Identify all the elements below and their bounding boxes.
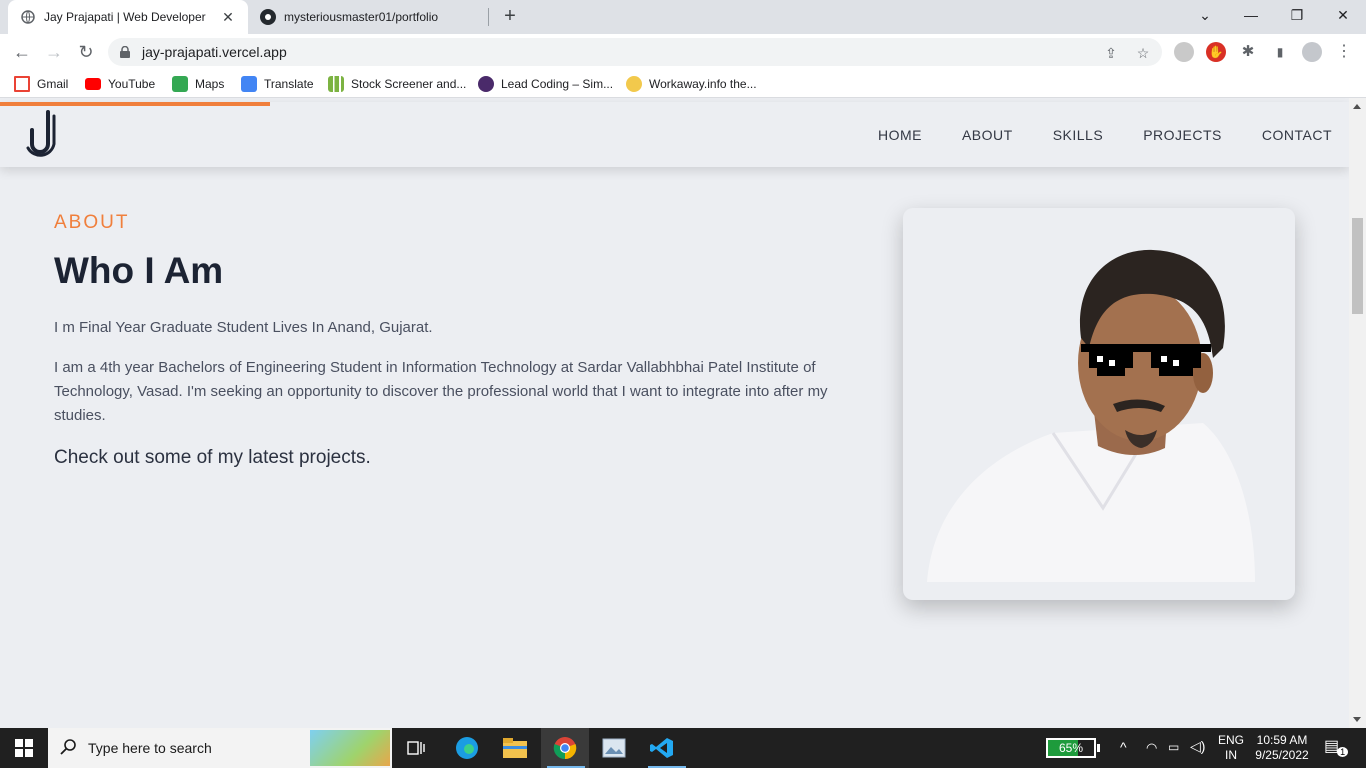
notification-count: 1: [1337, 747, 1349, 757]
tab-jay-prajapati[interactable]: Jay Prajapati | Web Developer ✕: [8, 0, 248, 34]
region-code: IN: [1225, 748, 1237, 762]
windows-start-icon[interactable]: [0, 728, 48, 768]
minimize-button[interactable]: —: [1228, 0, 1274, 30]
forward-button[interactable]: →: [42, 40, 66, 64]
extensions-puzzle-icon[interactable]: ✱: [1238, 42, 1258, 62]
bookmark-label: Gmail: [37, 77, 69, 91]
chrome-taskbar-icon[interactable]: [541, 728, 589, 768]
battery-indicator[interactable]: 65%: [1046, 738, 1100, 758]
nav-skills[interactable]: SKILLS: [1053, 127, 1103, 143]
profile-photo-card: [903, 208, 1295, 600]
close-tab-icon[interactable]: ✕: [220, 9, 236, 26]
scrollbar-thumb[interactable]: [1352, 218, 1363, 314]
address-bar[interactable]: jay-prajapati.vercel.app ⇪ ☆: [108, 38, 1162, 66]
bookmark-gmail[interactable]: Gmail: [14, 75, 68, 93]
edge-browser-icon[interactable]: [447, 728, 487, 768]
site-logo-icon[interactable]: [26, 108, 62, 160]
profile-avatar-icon[interactable]: [1302, 42, 1322, 62]
translate-icon: [241, 76, 257, 92]
wifi-icon[interactable]: ◠: [1146, 740, 1157, 755]
tab-search-button[interactable]: ⌄: [1182, 0, 1228, 30]
workaway-icon: [626, 76, 642, 92]
back-button[interactable]: ←: [10, 40, 34, 64]
windows-taskbar: Type here to search 65% ^ ◠ ▭ ◁) ENG IN …: [0, 728, 1366, 768]
bookmark-stock-screener[interactable]: Stock Screener and...: [328, 75, 466, 93]
section-label: ABOUT: [54, 212, 130, 233]
menu-kebab-icon[interactable]: ⋮: [1334, 42, 1354, 62]
clock[interactable]: 10:59 AM 9/25/2022: [1250, 733, 1314, 763]
clock-time: 10:59 AM: [1256, 733, 1308, 747]
bookmark-lead-coding[interactable]: Lead Coding – Sim...: [478, 75, 613, 93]
lock-icon: [120, 45, 130, 58]
share-icon[interactable]: ⇪: [1102, 44, 1120, 62]
close-window-button[interactable]: ✕: [1320, 0, 1366, 30]
restore-button[interactable]: ❐: [1274, 0, 1320, 30]
task-view-icon[interactable]: [398, 728, 434, 768]
page-scrollbar[interactable]: [1349, 98, 1366, 728]
browser-tab-strip: Jay Prajapati | Web Developer ✕ mysterio…: [0, 0, 1366, 34]
bookmark-youtube[interactable]: YouTube: [85, 75, 155, 93]
url-text: jay-prajapati.vercel.app: [142, 44, 287, 60]
bookmark-label: Translate: [264, 77, 314, 91]
bookmark-workaway[interactable]: Workaway.info the...: [626, 75, 757, 93]
bookmark-maps[interactable]: Maps: [172, 75, 224, 93]
search-icon: [60, 738, 78, 761]
reload-button[interactable]: ↻: [74, 40, 98, 64]
scroll-down-icon[interactable]: [1353, 717, 1361, 722]
nav-about[interactable]: ABOUT: [962, 127, 1013, 143]
vscode-icon[interactable]: [642, 728, 686, 768]
language-code: ENG: [1217, 733, 1244, 747]
maps-icon: [172, 76, 188, 92]
site-navbar: HOME ABOUT SKILLS PROJECTS CONTACT: [0, 102, 1349, 167]
bookmark-label: YouTube: [108, 77, 156, 91]
battery-nub: [1097, 744, 1100, 752]
scroll-progress-bar: [0, 102, 270, 106]
site-nav-menu: HOME ABOUT SKILLS PROJECTS CONTACT: [878, 102, 1332, 167]
tab-github-portfolio[interactable]: mysteriousmaster01/portfolio: [248, 0, 488, 34]
scroll-up-icon[interactable]: [1353, 104, 1361, 109]
search-highlight-image: [310, 730, 390, 766]
file-explorer-icon[interactable]: [495, 728, 535, 768]
side-panel-icon[interactable]: ▮: [1270, 42, 1290, 62]
nav-projects[interactable]: PROJECTS: [1143, 127, 1222, 143]
battery-percent: 65%: [1058, 741, 1084, 755]
nav-home[interactable]: HOME: [878, 127, 922, 143]
about-body: I am a 4th year Bachelors of Engineering…: [54, 359, 828, 424]
notifications-icon[interactable]: ▤1: [1324, 739, 1350, 757]
language-indicator[interactable]: ENG IN: [1216, 733, 1246, 763]
bookmark-label: Stock Screener and...: [351, 77, 467, 91]
bookmark-label: Maps: [195, 77, 225, 91]
search-placeholder: Type here to search: [88, 740, 212, 756]
bookmark-translate[interactable]: Translate: [241, 75, 314, 93]
gmail-icon: [14, 76, 30, 92]
bookmark-label: Lead Coding – Sim...: [501, 77, 614, 91]
extension-avatar-icon[interactable]: [1174, 42, 1194, 62]
bookmark-label: Workaway.info the...: [649, 77, 757, 91]
page-title: Who I Am: [54, 250, 224, 291]
leadcoding-icon: [478, 76, 494, 92]
tab-title: mysteriousmaster01/portfolio: [284, 10, 439, 24]
show-hidden-icons-chevron-icon[interactable]: ^: [1120, 740, 1127, 755]
taskbar-search-box[interactable]: Type here to search: [48, 728, 392, 768]
adblock-icon[interactable]: ✋: [1206, 42, 1226, 62]
bookmarks-bar: Gmail YouTube Maps Translate Stock Scree…: [0, 70, 1366, 98]
page-viewport: HOME ABOUT SKILLS PROJECTS CONTACT ABOUT…: [0, 98, 1366, 728]
nav-contact[interactable]: CONTACT: [1262, 127, 1332, 143]
stock-icon: [328, 76, 344, 92]
projects-cta: Check out some of my latest projects.: [54, 447, 371, 468]
volume-icon[interactable]: ◁): [1190, 739, 1205, 754]
clock-date: 9/25/2022: [1255, 748, 1309, 762]
bookmark-star-icon[interactable]: ☆: [1134, 44, 1152, 62]
tab-title: Jay Prajapati | Web Developer: [44, 10, 206, 24]
photos-app-icon[interactable]: [594, 728, 634, 768]
profile-photo: [927, 249, 1255, 582]
new-tab-button[interactable]: +: [498, 5, 522, 29]
browser-toolbar: ← → ↻ jay-prajapati.vercel.app ⇪ ☆ ✋ ✱ ▮…: [0, 34, 1366, 70]
power-icon[interactable]: ▭: [1168, 740, 1179, 755]
globe-icon: [20, 9, 36, 25]
github-icon: [260, 9, 276, 25]
tab-separator: [488, 8, 489, 26]
youtube-icon: [85, 78, 101, 90]
about-intro: I m Final Year Graduate Student Lives In…: [54, 319, 433, 336]
